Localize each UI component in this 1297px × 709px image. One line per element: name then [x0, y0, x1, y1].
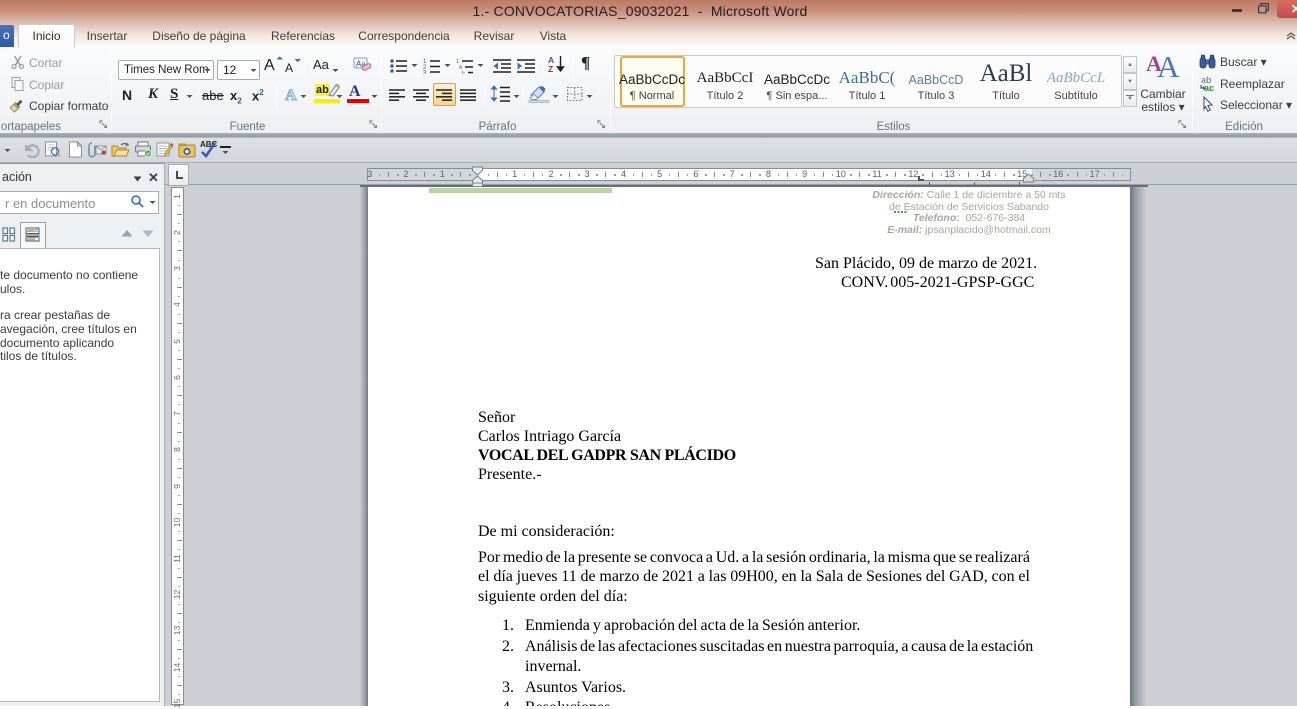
svg-text:A: A: [285, 61, 293, 75]
svg-text:i: i: [462, 70, 463, 74]
svg-text:Z: Z: [548, 64, 553, 73]
svg-text:3: 3: [423, 71, 427, 75]
svg-text:A: A: [264, 57, 275, 73]
svg-text:A: A: [285, 87, 297, 103]
svg-text:ac: ac: [1204, 83, 1214, 91]
